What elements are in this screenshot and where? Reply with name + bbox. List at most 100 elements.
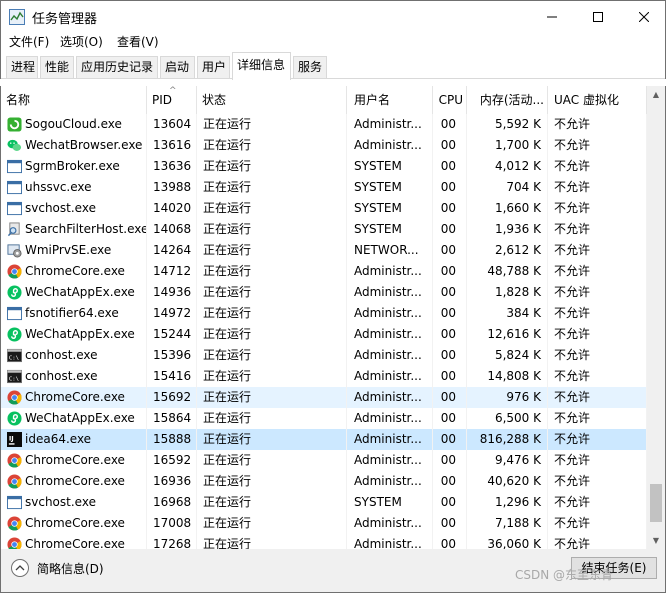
- window-app-icon: [7, 180, 22, 195]
- process-pid: 15692: [147, 387, 197, 408]
- sogou-icon: [7, 117, 22, 132]
- column-header-memory[interactable]: 内存(活动...: [467, 86, 548, 114]
- process-uac: 不允许: [548, 261, 647, 282]
- column-header-username[interactable]: 用户名: [347, 86, 433, 114]
- process-name: svchost.exe: [1, 198, 147, 219]
- process-pid: 13988: [147, 177, 197, 198]
- menu-file[interactable]: 文件(F): [9, 33, 49, 50]
- process-memory: 48,788 K: [467, 261, 548, 282]
- menu-view[interactable]: 查看(V): [117, 33, 159, 50]
- table-row[interactable]: WeChatAppEx.exe 14936 正在运行 Administr... 00 1,…: [1, 282, 647, 303]
- process-pid: 17268: [147, 534, 197, 549]
- window-app-icon: [7, 201, 22, 216]
- column-header-status[interactable]: 状态: [197, 86, 347, 114]
- process-memory: 704 K: [467, 177, 548, 198]
- table-row[interactable]: uhssvc.exe 13988 正在运行 SYSTEM 00 704 K 不允许: [1, 177, 647, 198]
- column-header-cpu[interactable]: CPU: [433, 86, 467, 114]
- process-pid: 16968: [147, 492, 197, 513]
- table-row[interactable]: WeChatAppEx.exe 15864 正在运行 Administr... 00 6,…: [1, 408, 647, 429]
- vertical-scrollbar[interactable]: ▲ ▼: [647, 86, 665, 549]
- column-header-name[interactable]: 名称: [1, 86, 147, 114]
- chevron-up-icon[interactable]: [11, 559, 29, 577]
- fewer-details-link[interactable]: 简略信息(D): [37, 560, 104, 577]
- maximize-icon: [593, 11, 603, 22]
- tab-performance[interactable]: 性能: [40, 56, 74, 79]
- tab-startup[interactable]: 启动: [160, 56, 195, 79]
- tab-services[interactable]: 服务: [293, 56, 327, 79]
- process-memory: 384 K: [467, 303, 548, 324]
- minimize-button[interactable]: [529, 1, 575, 32]
- wmi-icon: [7, 243, 22, 258]
- tab-processes[interactable]: 进程: [6, 56, 38, 79]
- table-row[interactable]: ChromeCore.exe 17008 正在运行 Administr... 00 7,1…: [1, 513, 647, 534]
- wechat-app-icon: [7, 411, 22, 426]
- table-row[interactable]: svchost.exe 16968 正在运行 SYSTEM 00 1,296 K 不允许: [1, 492, 647, 513]
- maximize-button[interactable]: [575, 1, 621, 32]
- process-name: WmiPrvSE.exe: [1, 240, 147, 261]
- table-row[interactable]: ChromeCore.exe 17268 正在运行 Administr... 00 36,…: [1, 534, 647, 549]
- process-name: ChromeCore.exe: [1, 450, 147, 471]
- table-row[interactable]: ChromeCore.exe 15692 正在运行 Administr... 00 976…: [1, 387, 647, 408]
- process-memory: 2,612 K: [467, 240, 548, 261]
- tab-users[interactable]: 用户: [197, 56, 230, 79]
- menu-options[interactable]: 选项(O): [60, 33, 103, 50]
- process-name: fsnotifier64.exe: [1, 303, 147, 324]
- table-row[interactable]: ChromeCore.exe 14712 正在运行 Administr... 00 48,…: [1, 261, 647, 282]
- process-memory: 7,188 K: [467, 513, 548, 534]
- table-row[interactable]: ChromeCore.exe 16592 正在运行 Administr... 00 9,4…: [1, 450, 647, 471]
- chrome-icon: [7, 516, 22, 531]
- process-name: SearchFilterHost.exe: [1, 219, 147, 240]
- process-username: SYSTEM: [347, 177, 433, 198]
- process-name: svchost.exe: [1, 492, 147, 513]
- process-pid: 14020: [147, 198, 197, 219]
- table-row[interactable]: SogouCloud.exe 13604 正在运行 Administr... 00 5,5…: [1, 114, 647, 135]
- table-row[interactable]: WmiPrvSE.exe 14264 正在运行 NETWOR... 00 2,612 K不…: [1, 240, 647, 261]
- table-row[interactable]: WechatBrowser.exe 13616 正在运行 Administr... 00…: [1, 135, 647, 156]
- process-username: Administr...: [347, 429, 433, 450]
- tab-details[interactable]: 详细信息: [232, 52, 291, 80]
- table-row[interactable]: conhost.exe 15396 正在运行 Administr... 00 5,824 …: [1, 345, 647, 366]
- status-bar: 简略信息(D) 结束任务(E) CSDN @东至东青: [0, 549, 666, 593]
- table-row[interactable]: svchost.exe 14020 正在运行 SYSTEM 00 1,660 K 不允许: [1, 198, 647, 219]
- scroll-up-icon[interactable]: ▲: [647, 86, 665, 103]
- table-row[interactable]: ChromeCore.exe 16936 正在运行 Administr... 00 40,…: [1, 471, 647, 492]
- table-row[interactable]: fsnotifier64.exe 14972 正在运行 Administr... 00 3…: [1, 303, 647, 324]
- process-cpu: 00: [433, 450, 467, 471]
- process-memory: 5,592 K: [467, 114, 548, 135]
- process-name: WeChatAppEx.exe: [1, 324, 147, 345]
- process-status: 正在运行: [197, 198, 347, 219]
- chrome-icon: [7, 537, 22, 549]
- process-username: Administr...: [347, 261, 433, 282]
- menu-bar: 文件(F) 选项(O) 查看(V): [0, 32, 666, 52]
- process-username: Administr...: [347, 408, 433, 429]
- scroll-down-icon[interactable]: ▼: [647, 532, 665, 549]
- watermark: CSDN @东至东青: [515, 568, 614, 582]
- table-row[interactable]: SearchFilterHost.exe 14068 正在运行 SYSTEM 00 1,9…: [1, 219, 647, 240]
- process-cpu: 00: [433, 282, 467, 303]
- window-app-icon: [7, 495, 22, 510]
- process-memory: 14,808 K: [467, 366, 548, 387]
- process-memory: 36,060 K: [467, 534, 548, 549]
- wechat-icon: [7, 138, 22, 153]
- task-manager-icon: [9, 9, 25, 25]
- process-status: 正在运行: [197, 261, 347, 282]
- process-cpu: 00: [433, 429, 467, 450]
- process-pid: 16592: [147, 450, 197, 471]
- process-pid: 15396: [147, 345, 197, 366]
- table-row[interactable]: conhost.exe 15416 正在运行 Administr... 00 14,808…: [1, 366, 647, 387]
- process-cpu: 00: [433, 408, 467, 429]
- process-uac: 不允许: [548, 534, 647, 549]
- table-header: 名称 PID ^ 状态 用户名 CPU 内存(活动... UAC 虚拟化: [1, 86, 647, 114]
- process-name: SgrmBroker.exe: [1, 156, 147, 177]
- tab-app-history[interactable]: 应用历史记录: [76, 56, 158, 79]
- close-button[interactable]: [621, 1, 666, 32]
- table-row[interactable]: WeChatAppEx.exe 15244 正在运行 Administr... 00 12…: [1, 324, 647, 345]
- process-status: 正在运行: [197, 219, 347, 240]
- table-row[interactable]: SgrmBroker.exe 13636 正在运行 SYSTEM 00 4,012 K 不允…: [1, 156, 647, 177]
- process-pid: 14936: [147, 282, 197, 303]
- process-uac: 不允许: [548, 450, 647, 471]
- process-status: 正在运行: [197, 534, 347, 549]
- scrollbar-thumb[interactable]: [650, 484, 662, 522]
- table-row[interactable]: idea64.exe 15888 正在运行 Administr... 00 816,288…: [1, 429, 647, 450]
- column-header-uac[interactable]: UAC 虚拟化: [548, 86, 647, 114]
